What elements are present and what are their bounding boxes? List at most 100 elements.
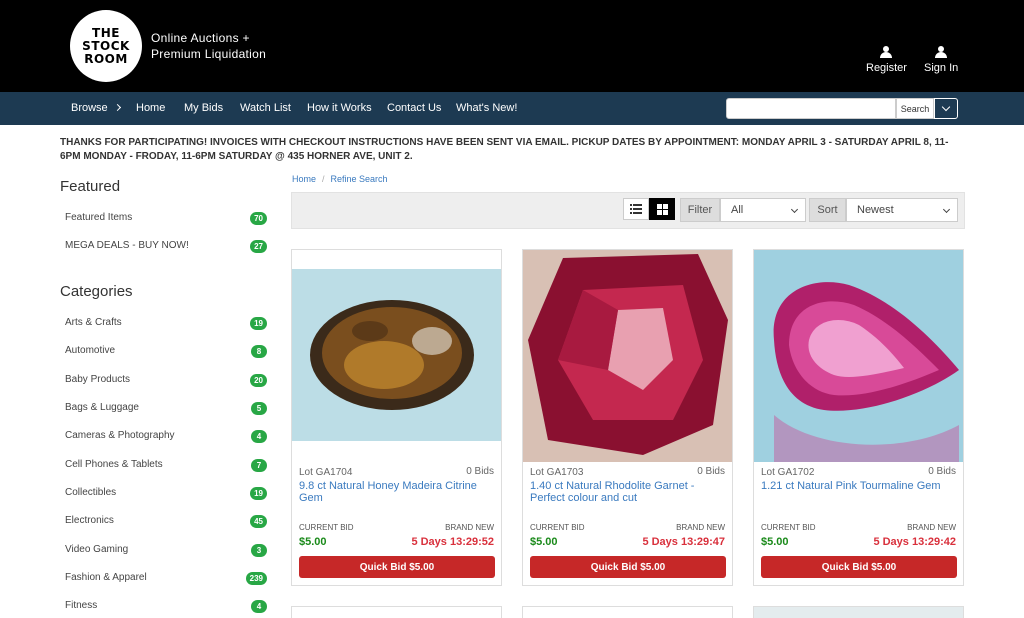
sidebar-item-label: Cameras & Photography	[65, 430, 175, 441]
nav-contact-us[interactable]: Contact Us	[387, 102, 441, 114]
quick-bid-button[interactable]: Quick Bid $5.00	[299, 556, 495, 578]
sidebar-item-label: Automotive	[65, 345, 116, 356]
count-badge: 20	[250, 374, 267, 387]
sidebar-item-baby-products[interactable]: Baby Products 20	[65, 372, 267, 388]
nav-my-bids[interactable]: My Bids	[184, 102, 223, 114]
bid-count: 0 Bids	[697, 466, 725, 477]
sidebar-item-label: Collectibles	[65, 487, 117, 498]
nav-whats-new[interactable]: What's New!	[456, 102, 517, 114]
current-bid-price: $5.00	[299, 536, 327, 548]
signin-label: Sign In	[924, 62, 959, 74]
nav-watch-list[interactable]: Watch List	[240, 102, 291, 114]
sidebar-item-bags-luggage[interactable]: Bags & Luggage 5	[65, 400, 267, 416]
sidebar-item-label: Fitness	[65, 600, 98, 611]
categories-heading: Categories	[60, 283, 133, 300]
count-badge: 4	[251, 600, 267, 613]
lot-number: Lot GA1703	[530, 467, 584, 478]
filter-select[interactable]: All	[720, 198, 806, 222]
count-badge: 3	[251, 544, 267, 557]
sidebar-item-featured-items[interactable]: Featured Items 70	[65, 210, 267, 226]
nav-browse[interactable]: Browse	[71, 102, 121, 114]
nav-browse-label: Browse	[71, 102, 108, 114]
lot-card: Lot GA1704 0 Bids 9.8 ct Natural Honey M…	[291, 249, 502, 586]
quick-bid-button[interactable]: Quick Bid $5.00	[530, 556, 726, 578]
breadcrumb-separator: /	[322, 174, 325, 184]
search-input[interactable]	[726, 98, 896, 119]
lot-card-partial	[291, 606, 502, 618]
lot-image-tourmaline[interactable]	[754, 250, 963, 462]
current-bid-label: CURRENT BID	[530, 523, 585, 532]
condition-label: BRAND NEW	[445, 523, 494, 532]
chevron-down-icon	[790, 205, 799, 214]
current-bid-label: CURRENT BID	[299, 523, 354, 532]
sidebar-item-fashion-apparel[interactable]: Fashion & Apparel 239	[65, 570, 267, 586]
tagline-line: Premium Liquidation	[151, 47, 267, 61]
current-bid-price: $5.00	[761, 536, 789, 548]
lot-title-link[interactable]: 1.21 ct Natural Pink Tourmaline Gem	[761, 480, 956, 492]
bid-count: 0 Bids	[928, 466, 956, 477]
announcement-banner: THANKS FOR PARTICIPATING! INVOICES WITH …	[60, 137, 949, 162]
sidebar-item-fitness[interactable]: Fitness 4	[65, 598, 267, 614]
signin-link[interactable]: Sign In	[924, 46, 958, 74]
count-badge: 239	[245, 572, 267, 585]
sidebar-item-electronics[interactable]: Electronics 45	[65, 513, 267, 529]
quick-bid-button[interactable]: Quick Bid $5.00	[761, 556, 957, 578]
logo-line: THE	[92, 25, 120, 40]
grid-view-button[interactable]	[649, 198, 675, 220]
lot-image-citrine[interactable]	[292, 269, 501, 441]
count-badge: 45	[250, 515, 267, 528]
count-badge: 70	[250, 212, 267, 225]
chevron-right-icon	[113, 103, 121, 112]
chevron-down-icon	[941, 102, 951, 112]
search-options-dropdown[interactable]	[934, 98, 958, 119]
breadcrumb-current[interactable]: Refine Search	[331, 174, 388, 184]
lot-number: Lot GA1704	[299, 467, 353, 478]
lot-image-garnet[interactable]	[523, 250, 732, 462]
sidebar-item-label: Baby Products	[65, 374, 131, 385]
time-remaining: 5 Days 13:29:52	[411, 536, 494, 548]
sort-value: Newest	[857, 204, 894, 216]
logo[interactable]: THE STOCK ROOM	[70, 10, 142, 82]
grid-icon	[656, 203, 668, 215]
sidebar-item-label: Arts & Crafts	[65, 317, 122, 328]
logo-line: STOCK	[82, 38, 130, 53]
bid-count: 0 Bids	[466, 466, 494, 477]
lot-card-partial	[753, 606, 964, 618]
count-badge: 8	[251, 345, 267, 358]
search-button[interactable]: Search	[896, 98, 934, 119]
sidebar-item-label: Electronics	[65, 515, 114, 526]
condition-label: BRAND NEW	[907, 523, 956, 532]
sidebar-item-cell-phones-tablets[interactable]: Cell Phones & Tablets 7	[65, 457, 267, 473]
count-badge: 27	[250, 240, 267, 253]
sidebar-item-arts-crafts[interactable]: Arts & Crafts 19	[65, 315, 267, 331]
count-badge: 5	[251, 402, 267, 415]
sidebar-item-video-gaming[interactable]: Video Gaming 3	[65, 542, 267, 558]
featured-heading: Featured	[60, 178, 121, 195]
sidebar-item-collectibles[interactable]: Collectibles 19	[65, 485, 267, 501]
condition-label: BRAND NEW	[676, 523, 725, 532]
time-remaining: 5 Days 13:29:42	[873, 536, 956, 548]
lot-title-link[interactable]: 1.40 ct Natural Rhodolite Garnet - Perfe…	[530, 480, 725, 504]
sidebar-item-label: Fashion & Apparel	[65, 572, 147, 583]
sidebar-item-automotive[interactable]: Automotive 8	[65, 343, 267, 359]
sidebar-item-cameras-photography[interactable]: Cameras & Photography 4	[65, 428, 267, 444]
breadcrumb-home[interactable]: Home	[292, 174, 316, 184]
user-icon	[880, 46, 893, 58]
sidebar-item-mega-deals[interactable]: MEGA DEALS - BUY NOW! 27	[65, 238, 267, 254]
logo-line: ROOM	[84, 51, 128, 66]
register-label: Register	[866, 62, 907, 74]
lot-number: Lot GA1702	[761, 467, 815, 478]
list-view-button[interactable]	[623, 198, 649, 220]
sort-select[interactable]: Newest	[846, 198, 958, 222]
nav-how-it-works[interactable]: How it Works	[307, 102, 372, 114]
time-remaining: 5 Days 13:29:47	[642, 536, 725, 548]
sidebar-item-label: Featured Items	[65, 212, 133, 223]
current-bid-label: CURRENT BID	[761, 523, 816, 532]
lot-title-link[interactable]: 9.8 ct Natural Honey Madeira Citrine Gem	[299, 480, 494, 504]
sidebar-item-label: Bags & Luggage	[65, 402, 139, 413]
register-link[interactable]: Register	[866, 46, 907, 74]
lot-card: Lot GA1703 0 Bids 1.40 ct Natural Rhodol…	[522, 249, 733, 586]
filter-label: Filter	[680, 198, 720, 222]
nav-home[interactable]: Home	[136, 102, 165, 114]
list-icon	[630, 204, 642, 214]
